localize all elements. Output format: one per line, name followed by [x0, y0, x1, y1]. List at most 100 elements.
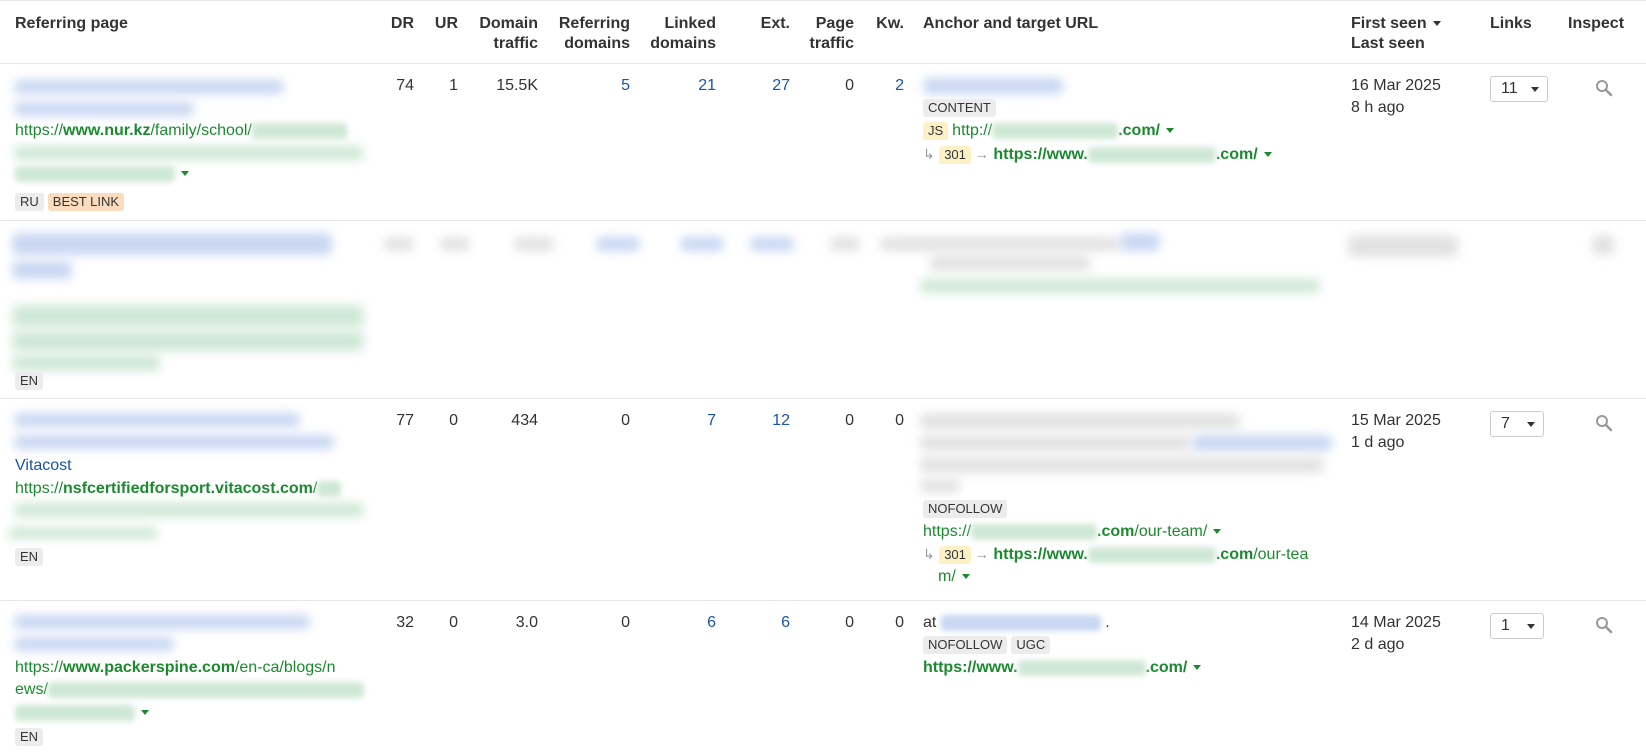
redacted-url: [14, 146, 364, 160]
caret-down-icon[interactable]: [1166, 128, 1174, 134]
tag-list: RU BEST LINK: [15, 192, 128, 212]
caret-down-icon: [1527, 422, 1535, 427]
header-first-seen: First seen: [1351, 15, 1427, 32]
header-anchor[interactable]: Anchor and target URL: [923, 14, 1098, 34]
redacted-anchor: [880, 237, 1120, 251]
referring-page-url[interactable]: https://www.nur.kz/family/school/: [15, 121, 347, 141]
header-referring-domains[interactable]: Referring domains: [548, 14, 630, 54]
redacted-anchor: [930, 255, 1090, 271]
header-dr[interactable]: DR: [374, 14, 414, 34]
ur-value: 0: [449, 614, 458, 631]
header-links[interactable]: Links: [1490, 14, 1532, 34]
last-seen: 8 h ago: [1351, 99, 1405, 116]
referring-page-url[interactable]: https://www.packerspine.com/en-ca/blogs/…: [15, 658, 335, 678]
table-row: EN: [0, 221, 1646, 399]
caret-down-icon[interactable]: [1193, 665, 1202, 671]
redacted-url: [12, 331, 364, 351]
redacted-url: [8, 527, 158, 539]
links-dropdown[interactable]: 1: [1490, 613, 1544, 639]
arrow-right-icon: →: [974, 546, 989, 562]
caret-down-icon[interactable]: [141, 710, 149, 716]
redacted-dr: [384, 237, 414, 251]
search-icon[interactable]: [1595, 79, 1613, 97]
redacted-url: [251, 122, 347, 139]
caret-down-icon[interactable]: [1263, 152, 1272, 158]
links-dropdown[interactable]: 11: [1490, 76, 1548, 102]
tag-list: EN: [15, 371, 47, 391]
redacted-page-traffic: [830, 237, 860, 251]
redacted-referring-domains: [596, 237, 640, 251]
best-link-tag: BEST LINK: [47, 192, 125, 211]
redacted-url: [317, 480, 342, 497]
domain-traffic-value: 434: [511, 412, 538, 429]
redacted-anchor: [940, 614, 1101, 631]
js-tag: JS: [923, 121, 949, 140]
last-seen: 1 d ago: [1351, 434, 1405, 451]
ext-value[interactable]: 27: [730, 76, 790, 96]
ext-value[interactable]: 6: [730, 613, 790, 633]
header-ur[interactable]: UR: [418, 14, 458, 34]
backlinks-table: Referring page DR UR Domain traffic Refe…: [0, 0, 1646, 752]
last-seen: 2 d ago: [1351, 636, 1405, 653]
first-seen: 16 Mar 2025: [1351, 77, 1441, 94]
linked-domains-value[interactable]: 6: [656, 613, 716, 633]
kw-value: 0: [895, 614, 904, 631]
target-url[interactable]: https://.com/our-team/: [923, 522, 1222, 542]
referring-page-url-tail[interactable]: [15, 164, 189, 184]
redacted-url: [15, 165, 175, 182]
redirect-url-cont[interactable]: m/: [938, 567, 970, 587]
caret-down-icon[interactable]: [181, 171, 189, 177]
referring-page-url[interactable]: https://nsfcertifiedforsport.vitacost.co…: [15, 479, 342, 499]
search-icon[interactable]: [1595, 616, 1613, 634]
anchor-tags: CONTENT: [923, 98, 1000, 118]
redacted-url: [1017, 659, 1146, 676]
search-icon[interactable]: [1595, 414, 1613, 432]
domain-traffic-value: 3.0: [515, 614, 538, 631]
redirect-url[interactable]: ↳ 301 → https://www. .com/: [923, 144, 1272, 165]
redacted-anchor: [920, 457, 1324, 473]
header-ext[interactable]: Ext.: [730, 14, 790, 34]
redacted-ur: [440, 237, 470, 251]
tag-list: EN: [15, 547, 47, 567]
table-row: https://www.packerspine.com/en-ca/blogs/…: [0, 601, 1646, 752]
header-last-seen: Last seen: [1351, 35, 1425, 52]
referring-domains-value: 0: [621, 614, 630, 631]
redacted-url: [15, 704, 135, 721]
caret-down-icon: [1527, 624, 1535, 629]
redacted-title: [14, 80, 284, 94]
arrow-right-icon: →: [974, 146, 989, 162]
header-domain-traffic[interactable]: Domain traffic: [466, 14, 538, 54]
header-inspect: Inspect: [1568, 15, 1625, 32]
referring-page-url-cont[interactable]: ews/: [15, 680, 364, 700]
redacted-url: [12, 355, 160, 371]
redacted-url: [12, 305, 364, 327]
referring-domains-value: 0: [621, 412, 630, 429]
redacted-title: [14, 102, 194, 116]
redirect-url[interactable]: ↳ 301 → https://www. .com/our-tea: [923, 544, 1308, 565]
header-kw[interactable]: Kw.: [844, 14, 904, 34]
referring-page-url-tail[interactable]: [15, 703, 149, 723]
target-url[interactable]: JS http://.com/: [923, 121, 1174, 141]
ext-value[interactable]: 12: [730, 411, 790, 431]
caret-down-icon[interactable]: [1213, 529, 1222, 535]
header-referring-page[interactable]: Referring page: [15, 14, 128, 34]
links-dropdown[interactable]: 7: [1490, 411, 1544, 437]
redacted-anchor: [1192, 435, 1332, 451]
redacted-url: [992, 122, 1119, 139]
redacted-url: [14, 503, 364, 517]
target-url[interactable]: https://www. .com/: [923, 658, 1202, 678]
redacted-inspect: [1592, 235, 1614, 255]
redacted-first-seen: [1348, 235, 1458, 257]
table-row: Vitacost https://nsfcertifiedforsport.vi…: [0, 399, 1646, 601]
referring-domains-value[interactable]: 5: [570, 76, 630, 96]
linked-domains-value[interactable]: 21: [656, 76, 716, 96]
referring-page-title[interactable]: Vitacost: [15, 456, 72, 476]
redacted-url: [971, 523, 1098, 540]
header-first-last-seen[interactable]: First seen Last seen: [1351, 14, 1441, 54]
ur-value: 0: [449, 412, 458, 429]
header-linked-domains[interactable]: Linked domains: [640, 14, 716, 54]
linked-domains-value[interactable]: 7: [656, 411, 716, 431]
redacted-anchor: [920, 479, 960, 493]
kw-value[interactable]: 2: [844, 76, 904, 96]
caret-down-icon[interactable]: [961, 574, 970, 580]
